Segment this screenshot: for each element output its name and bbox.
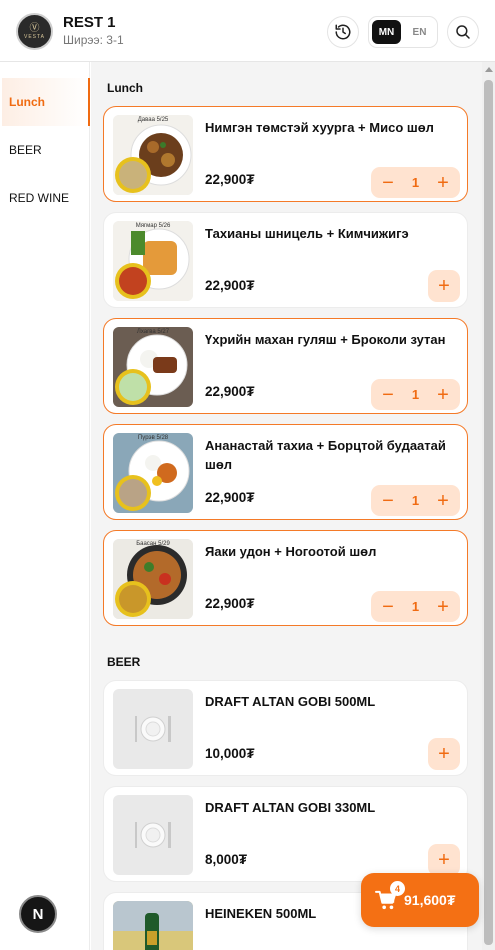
- menu-item-card[interactable]: Баасан 5/29 Яаки удон + Ногоотой шөл 22,…: [103, 530, 468, 626]
- menu-item-card[interactable]: Даваа 5/25 Нимгэн төмстэй хуурга + Мисо …: [103, 106, 468, 202]
- food-image: Мягмар 5/26: [113, 221, 193, 301]
- plus-button[interactable]: +: [432, 490, 454, 512]
- table-label: Ширээ: 3-1: [63, 33, 124, 47]
- minus-button[interactable]: −: [377, 384, 399, 406]
- history-icon: [335, 24, 351, 40]
- food-image: Пүрэв 5/28: [113, 433, 193, 513]
- quantity-stepper: − 1 +: [371, 167, 460, 198]
- minus-button[interactable]: −: [377, 490, 399, 512]
- logo-mark: Ⓥ: [29, 22, 40, 34]
- item-name: Ананастай тахиа + Борцтой будаатай шөл: [205, 438, 446, 472]
- item-price: 22,900₮: [205, 384, 255, 399]
- category-sidebar: Lunch BEER RED WINE: [0, 62, 90, 950]
- placeholder-image: [113, 795, 193, 875]
- plate-cutlery-icon: [135, 716, 171, 742]
- plus-button[interactable]: +: [432, 172, 454, 194]
- logo-text: VESTA: [23, 33, 46, 40]
- item-price: 22,900₮: [205, 490, 255, 505]
- scrollbar-thumb[interactable]: [484, 80, 493, 945]
- food-image: Баасан 5/29: [113, 539, 193, 619]
- category-lunch[interactable]: Lunch: [2, 78, 90, 126]
- add-button[interactable]: +: [428, 270, 460, 302]
- item-name: Үхрийн махан гуляш + Броколи зутан: [205, 332, 446, 347]
- beer-image: [113, 901, 193, 950]
- minus-button[interactable]: −: [377, 596, 399, 618]
- history-button[interactable]: [327, 16, 359, 48]
- day-label: Лхагва 5/27: [136, 329, 170, 335]
- language-switch: MN EN: [368, 16, 438, 48]
- restaurant-name: REST 1: [63, 14, 116, 31]
- item-price: 8,000₮: [205, 852, 248, 867]
- floating-n-button[interactable]: N: [19, 895, 57, 933]
- search-button[interactable]: [447, 16, 479, 48]
- search-icon: [456, 25, 470, 39]
- food-image: Даваа 5/25: [113, 115, 193, 195]
- menu-list: Lunch Даваа 5/25 Нимгэн төмстэй хуурга +…: [91, 62, 485, 950]
- day-label: Пүрэв 5/28: [137, 435, 169, 441]
- day-label: Мягмар 5/26: [135, 223, 171, 229]
- item-price: 22,900₮: [205, 596, 255, 611]
- add-button[interactable]: +: [428, 738, 460, 770]
- item-price: 22,900₮: [205, 172, 255, 187]
- placeholder-image: [113, 689, 193, 769]
- quantity-value: 1: [411, 599, 420, 614]
- minus-button[interactable]: −: [377, 172, 399, 194]
- quantity-value: 1: [411, 175, 420, 190]
- plate-cutlery-icon: [135, 822, 171, 848]
- lang-mn[interactable]: MN: [372, 20, 401, 44]
- category-red-wine[interactable]: RED WINE: [2, 174, 90, 222]
- restaurant-logo: Ⓥ VESTA: [16, 13, 53, 50]
- item-name: DRAFT ALTAN GOBI 330ML: [205, 800, 376, 815]
- item-name: Тахианы шницель + Кимчижигэ: [205, 226, 409, 241]
- add-button[interactable]: +: [428, 844, 460, 876]
- item-price: 22,900₮: [205, 278, 255, 293]
- section-title-lunch: Lunch: [107, 81, 143, 95]
- menu-item-card[interactable]: Лхагва 5/27 Үхрийн махан гуляш + Броколи…: [103, 318, 468, 414]
- menu-item-card[interactable]: Пүрэв 5/28 Ананастай тахиа + Борцтой буд…: [103, 424, 468, 520]
- quantity-value: 1: [411, 387, 420, 402]
- quantity-value: 1: [411, 493, 420, 508]
- food-image: Лхагва 5/27: [113, 327, 193, 407]
- menu-item-card[interactable]: DRAFT ALTAN GOBI 500ML 10,000₮ +: [103, 680, 468, 776]
- plus-button[interactable]: +: [432, 596, 454, 618]
- cart-button[interactable]: 4 91,600₮: [361, 873, 479, 927]
- quantity-stepper: − 1 +: [371, 485, 460, 516]
- category-beer[interactable]: BEER: [2, 126, 90, 174]
- section-title-beer: BEER: [107, 655, 141, 669]
- lang-en[interactable]: EN: [405, 20, 434, 44]
- cart-total: 91,600₮: [404, 892, 456, 908]
- plus-button[interactable]: +: [432, 384, 454, 406]
- item-price: 10,000₮: [205, 746, 255, 761]
- day-label: Баасан 5/29: [136, 541, 170, 547]
- quantity-stepper: − 1 +: [371, 591, 460, 622]
- header: Ⓥ VESTA REST 1 Ширээ: 3-1 MN EN: [0, 0, 495, 62]
- item-name: DRAFT ALTAN GOBI 500ML: [205, 694, 376, 709]
- scroll-up-arrow-icon[interactable]: [485, 67, 493, 72]
- menu-item-card[interactable]: DRAFT ALTAN GOBI 330ML 8,000₮ +: [103, 786, 468, 882]
- cart-count-badge: 4: [390, 881, 405, 896]
- quantity-stepper: − 1 +: [371, 379, 460, 410]
- item-name: Яаки удон + Ногоотой шөл: [205, 544, 377, 559]
- day-label: Даваа 5/25: [137, 117, 169, 123]
- menu-item-card[interactable]: Мягмар 5/26 Тахианы шницель + Кимчижигэ …: [103, 212, 468, 308]
- item-name: Нимгэн төмстэй хуурга + Мисо шөл: [205, 120, 434, 135]
